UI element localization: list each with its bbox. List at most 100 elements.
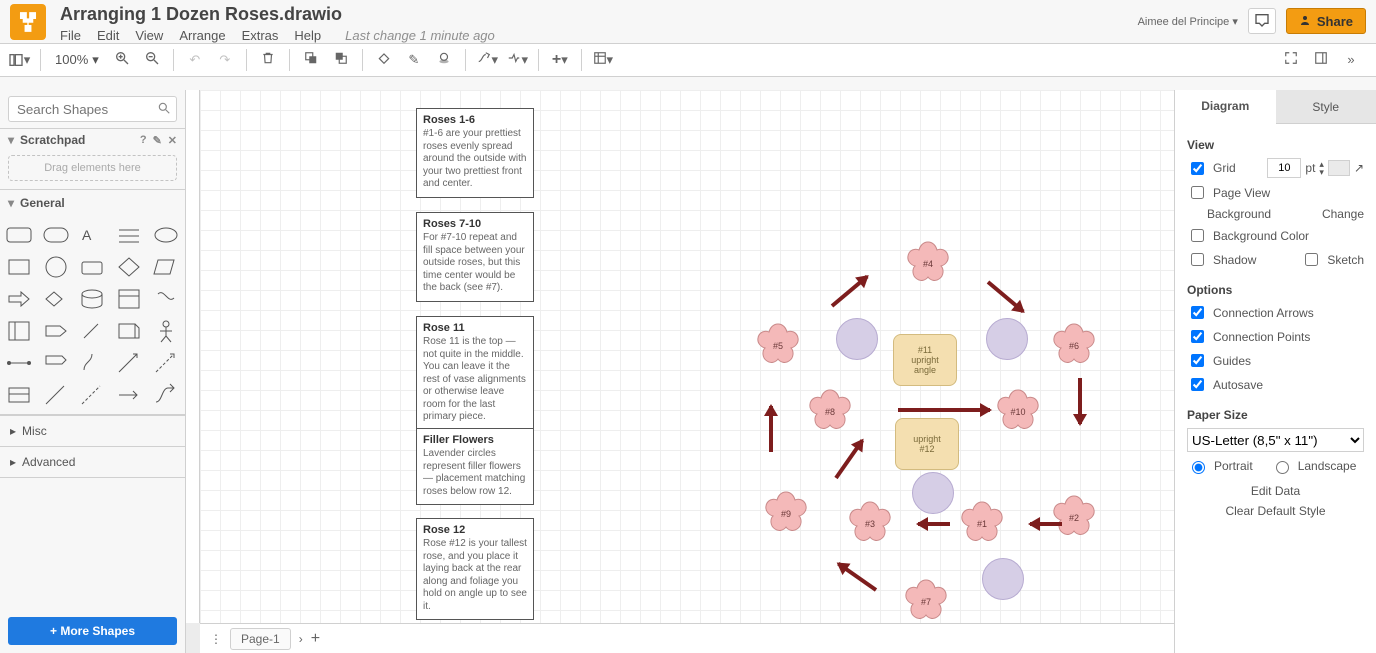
tab-diagram[interactable]: Diagram	[1175, 90, 1276, 124]
checkbox-guides[interactable]: Guides	[1187, 351, 1251, 370]
zoom-control[interactable]: 100% ▾	[49, 52, 105, 68]
filler-shape[interactable]	[986, 318, 1028, 360]
palette-shape[interactable]	[150, 222, 181, 248]
palette-shape[interactable]	[114, 286, 145, 312]
rose-shape[interactable]: #2	[1048, 492, 1100, 544]
paper-size-select[interactable]: US-Letter (8,5" x 11")	[1187, 428, 1364, 452]
palette-shape[interactable]	[41, 254, 72, 280]
palette-shape[interactable]	[4, 286, 35, 312]
rose-shape[interactable]: #5	[752, 320, 804, 372]
arrow-shape[interactable]	[837, 562, 877, 592]
category-general[interactable]: General	[20, 196, 65, 210]
arrow-shape[interactable]	[918, 522, 950, 526]
grid-color-swatch[interactable]	[1328, 160, 1350, 176]
menu-edit[interactable]: Edit	[97, 28, 119, 43]
note-box[interactable]: Rose 12Rose #12 is your tallest rose, an…	[416, 518, 534, 620]
filler-shape[interactable]	[982, 558, 1024, 600]
checkbox-conn-arrows[interactable]: Connection Arrows	[1187, 303, 1314, 322]
more-shapes-button[interactable]: + More Shapes	[8, 617, 177, 645]
category-misc[interactable]: ▸Misc	[0, 416, 185, 447]
center-shape[interactable]: upright #12	[895, 418, 959, 470]
palette-shape[interactable]	[150, 286, 181, 312]
note-box[interactable]: Filler FlowersLavender circles represent…	[416, 428, 534, 505]
checkbox-conn-points[interactable]: Connection Points	[1187, 327, 1310, 346]
palette-shape[interactable]	[114, 318, 145, 344]
checkbox-bgcolor[interactable]: Background Color	[1187, 226, 1309, 245]
rose-shape[interactable]: #1	[956, 498, 1008, 550]
tab-style[interactable]: Style	[1276, 90, 1376, 124]
filler-shape[interactable]	[912, 472, 954, 514]
edit-data-link[interactable]: Edit Data	[1251, 484, 1300, 498]
palette-shape[interactable]	[114, 254, 145, 280]
arrow-shape[interactable]	[987, 280, 1025, 313]
search-shapes-input[interactable]	[8, 96, 177, 122]
rose-shape[interactable]: #4	[902, 238, 954, 290]
note-box[interactable]: Roses 7-10For #7-10 repeat and fill spac…	[416, 212, 534, 302]
chevron-down-icon[interactable]: ▾	[8, 133, 14, 147]
palette-shape[interactable]	[41, 318, 72, 344]
rose-shape[interactable]: #8	[804, 386, 856, 438]
palette-shape[interactable]	[150, 382, 181, 408]
menu-view[interactable]: View	[135, 28, 163, 43]
arrow-shape[interactable]	[834, 439, 864, 479]
menu-extras[interactable]: Extras	[242, 28, 279, 43]
radio-landscape[interactable]: Landscape	[1271, 458, 1357, 474]
scratchpad-edit-icon[interactable]: ✎	[153, 134, 162, 147]
fill-color-button[interactable]	[371, 47, 397, 73]
palette-shape[interactable]	[41, 382, 72, 408]
filler-shape[interactable]	[836, 318, 878, 360]
to-back-button[interactable]	[328, 47, 354, 73]
waypoints-button[interactable]: ▾	[504, 47, 530, 73]
undo-button[interactable]: ↶	[182, 47, 208, 73]
to-front-button[interactable]	[298, 47, 324, 73]
scratchpad-help-icon[interactable]: ?	[140, 134, 147, 146]
change-background-link[interactable]: Change	[1322, 207, 1364, 221]
share-button[interactable]: Share	[1286, 8, 1366, 34]
checkbox-autosave[interactable]: Autosave	[1187, 375, 1263, 394]
checkbox-pageview[interactable]: Page View	[1187, 183, 1270, 202]
palette-shape[interactable]	[4, 222, 35, 248]
comments-button[interactable]	[1248, 8, 1276, 34]
pages-next-icon[interactable]: ›	[299, 632, 303, 646]
checkbox-grid[interactable]: Grid	[1187, 159, 1236, 178]
grid-stepper-icon[interactable]: ▴▾	[1319, 160, 1324, 176]
palette-shape[interactable]	[4, 254, 35, 280]
rose-shape[interactable]: #7	[900, 576, 952, 628]
sidebar-toggle-button[interactable]: ▾	[6, 47, 32, 73]
palette-shape[interactable]	[150, 350, 181, 376]
radio-portrait[interactable]: Portrait	[1187, 458, 1253, 474]
note-box[interactable]: Rose 11Rose 11 is the top — not quite in…	[416, 316, 534, 431]
note-box[interactable]: Roses 1-6#1-6 are your prettiest roses e…	[416, 108, 534, 198]
palette-shape[interactable]	[114, 222, 145, 248]
arrow-shape[interactable]	[898, 408, 990, 412]
fullscreen-button[interactable]	[1278, 47, 1304, 73]
palette-shape[interactable]	[77, 382, 108, 408]
palette-shape[interactable]: A	[77, 222, 108, 248]
rose-shape[interactable]: #3	[844, 498, 896, 550]
palette-shape[interactable]	[150, 254, 181, 280]
shadow-button[interactable]	[431, 47, 457, 73]
arrow-shape[interactable]	[1030, 522, 1062, 526]
clear-style-link[interactable]: Clear Default Style	[1225, 504, 1325, 518]
menu-arrange[interactable]: Arrange	[179, 28, 225, 43]
palette-shape[interactable]	[41, 286, 72, 312]
center-shape[interactable]: #11 upright angle	[893, 334, 957, 386]
arrow-shape[interactable]	[769, 406, 773, 452]
palette-shape[interactable]	[4, 350, 35, 376]
palette-shape[interactable]	[114, 350, 145, 376]
palette-shape[interactable]	[77, 254, 108, 280]
palette-shape[interactable]	[150, 318, 181, 344]
zoom-out-button[interactable]	[139, 47, 165, 73]
category-advanced[interactable]: ▸Advanced	[0, 447, 185, 478]
chevron-down-icon[interactable]: ▾	[8, 196, 14, 210]
canvas[interactable]: #4#5#6#8#10#9#3#1#2#7#11 upright angleup…	[200, 90, 1174, 623]
palette-shape[interactable]	[41, 350, 72, 376]
redo-button[interactable]: ↷	[212, 47, 238, 73]
menu-help[interactable]: Help	[294, 28, 321, 43]
palette-shape[interactable]	[77, 350, 108, 376]
user-name[interactable]: Aimee del Principe ▾	[1138, 15, 1238, 28]
delete-button[interactable]	[255, 47, 281, 73]
format-panel-button[interactable]	[1308, 47, 1334, 73]
table-button[interactable]: ▾	[590, 47, 616, 73]
zoom-in-button[interactable]	[109, 47, 135, 73]
